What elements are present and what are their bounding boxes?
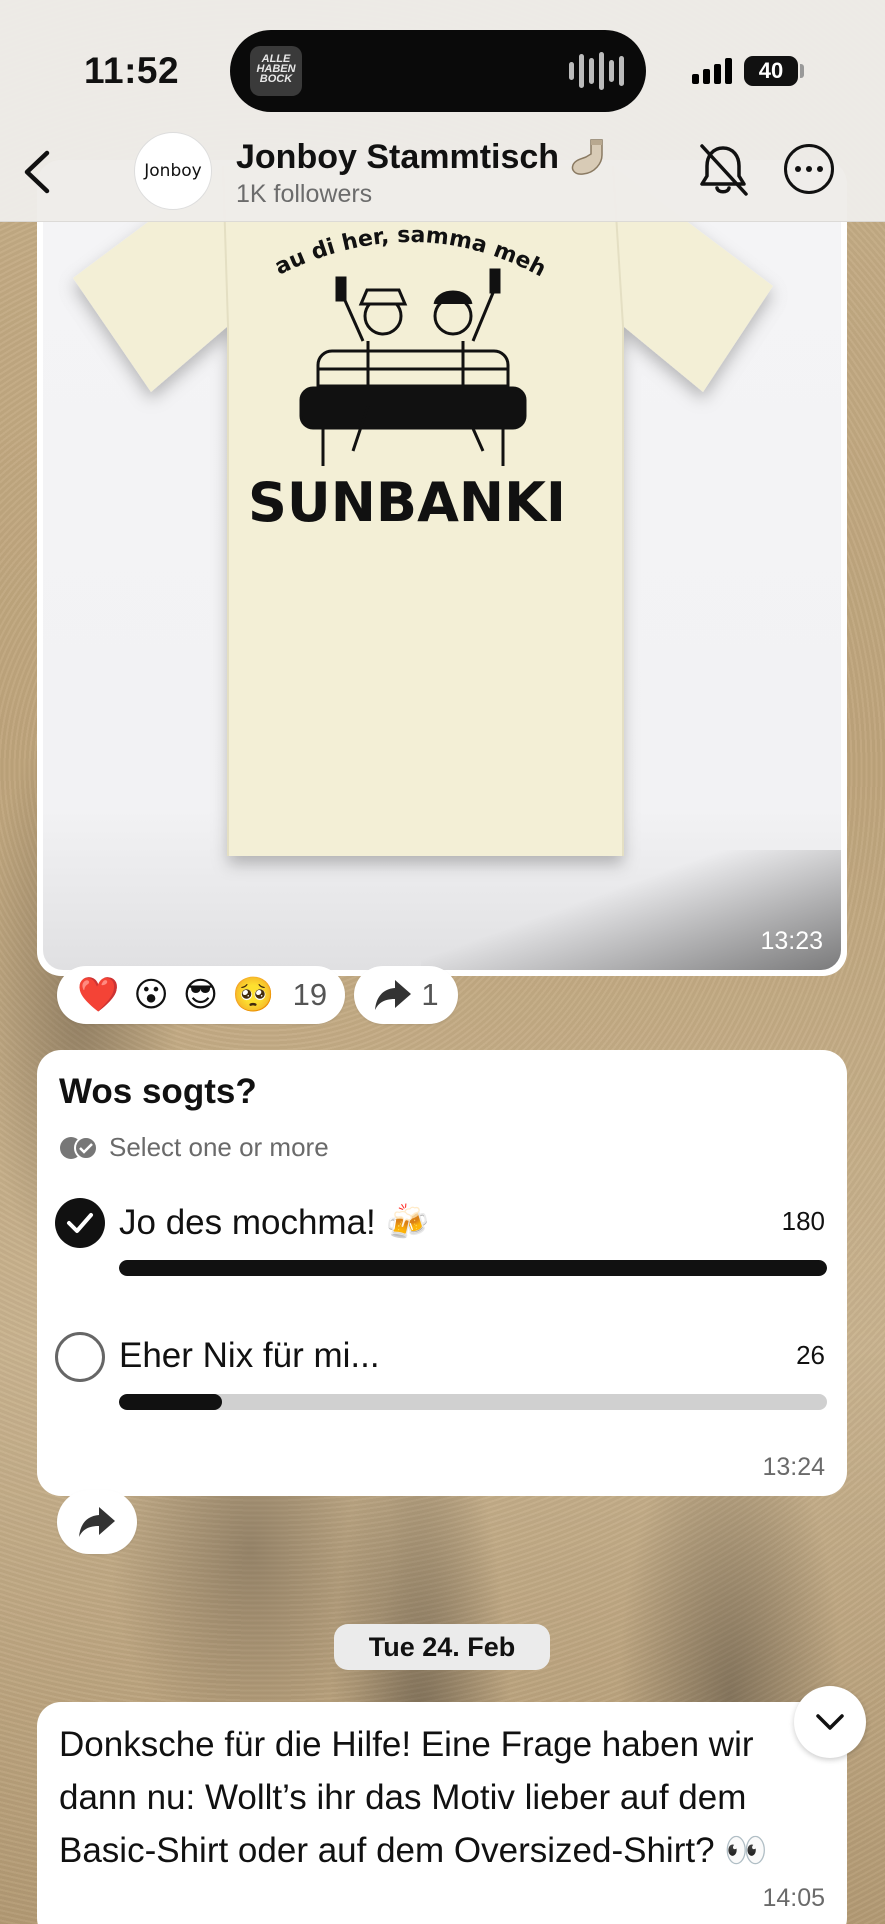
dot	[806, 166, 812, 172]
poll-option-2-fill	[119, 1394, 222, 1410]
more-options-button[interactable]	[784, 144, 834, 194]
reaction-surprised: 😮	[133, 975, 169, 1015]
dot	[817, 166, 823, 172]
battery-icon: 40	[744, 56, 798, 86]
share-arrow-icon	[375, 980, 412, 1010]
double-check-icon	[60, 1135, 98, 1160]
share-count-pill[interactable]: 1	[354, 966, 458, 1024]
battery-level: 40	[758, 58, 784, 83]
poll-option-1-text: Jo des mochma! 🍻	[119, 1203, 430, 1242]
mute-button[interactable]	[694, 140, 752, 200]
chevron-left-icon	[24, 150, 50, 194]
poll-option-1-label[interactable]: Jo des mochma! 🍻	[119, 1202, 429, 1243]
poll-time: 13:24	[762, 1453, 825, 1481]
poll-question: Wos sogts?	[59, 1072, 257, 1111]
reaction-count: 19	[292, 977, 328, 1012]
poll-option-2-checkbox[interactable]	[55, 1332, 105, 1382]
text-message[interactable]: Donksche für die Hilfe! Eine Frage haben…	[37, 1702, 847, 1924]
sock-icon	[571, 139, 603, 175]
reaction-sunglasses: 😎	[182, 975, 219, 1015]
share-arrow-icon	[79, 1507, 115, 1537]
poll-option-2-bar	[119, 1394, 827, 1410]
checkmark-icon	[67, 1213, 93, 1233]
reaction-heart: ❤️	[77, 975, 120, 1015]
bell-slash-icon	[700, 144, 748, 196]
poll-hint: Select one or more	[59, 1132, 329, 1163]
chevron-down-icon	[816, 1714, 844, 1730]
message-time: 14:05	[762, 1884, 825, 1912]
poll-option-2-label[interactable]: Eher Nix für mi...	[119, 1336, 380, 1376]
share-count: 1	[421, 977, 439, 1012]
message-time: 13:23	[760, 927, 823, 955]
signal-icon	[692, 58, 732, 84]
channel-name: Jonboy Stammtisch	[236, 137, 560, 176]
status-time: 11:52	[84, 50, 180, 91]
channel-title[interactable]: Jonboy Stammtisch	[236, 137, 607, 177]
date-separator: Tue 24. Feb	[334, 1624, 550, 1670]
shirt-image[interactable]: hau di her, samma mehr	[43, 166, 841, 970]
poll-option-1-bar	[119, 1260, 827, 1276]
poll-option-1-count: 180	[781, 1206, 825, 1236]
poll-option-1-fill	[119, 1260, 827, 1276]
audio-waveform-icon	[569, 52, 624, 90]
shirt-main-text: SUNBANKI	[248, 471, 566, 534]
reaction-pleading: 🥺	[232, 975, 275, 1015]
channel-avatar[interactable]: Jonboy	[134, 132, 212, 210]
battery-cap	[800, 64, 804, 78]
dot	[795, 166, 801, 172]
top-bar: 11:52 ALLE HABEN BOCK 40 Jonboy Jonboy Sta…	[0, 0, 885, 222]
dynamic-island[interactable]: ALLE HABEN BOCK	[230, 30, 646, 112]
image-message[interactable]: hau di her, samma mehr	[37, 160, 847, 976]
reactions-pill[interactable]: ❤️ 😮 😎 🥺 19	[57, 966, 346, 1024]
avatar-text: Jonboy	[144, 161, 202, 181]
scroll-to-bottom-button[interactable]	[794, 1686, 866, 1758]
followers-count: 1K followers	[236, 180, 373, 208]
back-button[interactable]	[14, 146, 58, 198]
poll-option-2-text: Eher Nix für mi...	[119, 1336, 380, 1375]
poll-option-2-count: 26	[796, 1340, 825, 1370]
forward-button[interactable]	[57, 1490, 137, 1554]
message-text: Donksche für die Hilfe! Eine Frage haben…	[59, 1725, 768, 1870]
now-playing-artwork: ALLE HABEN BOCK	[250, 46, 302, 96]
poll-option-1-checkbox[interactable]	[55, 1198, 105, 1248]
poll-hint-text: Select one or more	[109, 1132, 329, 1162]
poll-message: Wos sogts? Select one or more Jo des moc…	[37, 1050, 847, 1496]
